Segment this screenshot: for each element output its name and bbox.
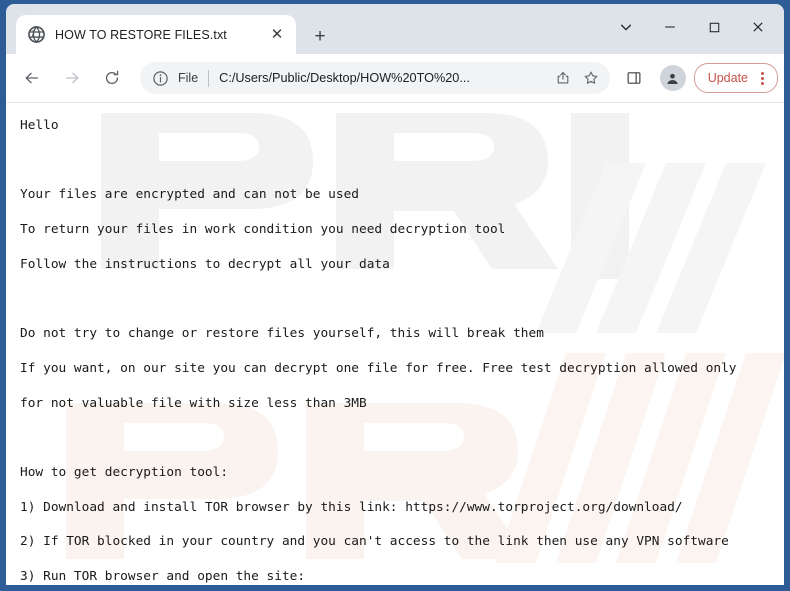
note-line [20,429,776,446]
note-line: To return your files in work condition y… [20,222,506,238]
note-line: Your files are encrypted and can not be … [20,187,359,203]
profile-avatar-icon[interactable] [659,65,686,91]
address-bar[interactable]: File C:/Users/Public/Desktop/HOW%20TO%20… [140,62,610,94]
share-icon[interactable] [550,65,576,91]
tab-search-chevron-down-icon[interactable] [604,12,648,42]
minimize-icon[interactable] [648,12,692,42]
note-line [20,290,776,307]
note-line: If you want, on our site you can decrypt… [20,360,737,376]
update-button[interactable]: Update [693,63,778,93]
three-dot-menu-icon[interactable] [753,67,771,89]
ransom-note-text: Hello Your files are encrypted and can n… [6,103,784,585]
new-tab-button[interactable]: + [306,22,334,50]
note-line: Do not try to change or restore files yo… [20,326,544,342]
note-line: 3) Run TOR browser and open the site: [20,568,306,584]
back-arrow-icon[interactable] [17,63,47,93]
note-line: for not valuable file with size less tha… [20,395,367,411]
browser-toolbar: File C:/Users/Public/Desktop/HOW%20TO%20… [6,54,784,102]
tab-strip: HOW TO RESTORE FILES.txt ✕ + [6,4,784,54]
browser-window: HOW TO RESTORE FILES.txt ✕ + File C:/Use… [0,0,790,591]
omnibox-divider [208,69,210,87]
note-line: How to get decryption tool: [20,464,229,480]
info-circle-icon[interactable] [152,70,169,87]
browser-tab[interactable]: HOW TO RESTORE FILES.txt ✕ [16,15,296,54]
note-line: Hello [20,118,59,133]
tab-title: HOW TO RESTORE FILES.txt [55,27,227,42]
page-content: Hello Your files are encrypted and can n… [6,102,784,585]
note-line: 2) If TOR blocked in your country and yo… [20,534,729,550]
reload-icon[interactable] [97,63,127,93]
window-controls [604,12,780,42]
update-button-label: Update [707,71,748,85]
forward-arrow-icon [57,63,87,93]
url-scheme-label: File [178,71,199,85]
close-icon[interactable] [736,12,780,42]
globe-icon [28,26,45,43]
side-panel-icon[interactable] [619,63,649,93]
note-line [20,152,776,169]
star-icon[interactable] [578,65,604,91]
maximize-icon[interactable] [692,12,736,42]
url-text[interactable]: C:/Users/Public/Desktop/HOW%20TO%20... [219,71,548,85]
note-line: Follow the instructions to decrypt all y… [20,256,390,272]
tab-close-icon[interactable]: ✕ [266,24,288,46]
note-line: 1) Download and install TOR browser by t… [20,499,683,515]
